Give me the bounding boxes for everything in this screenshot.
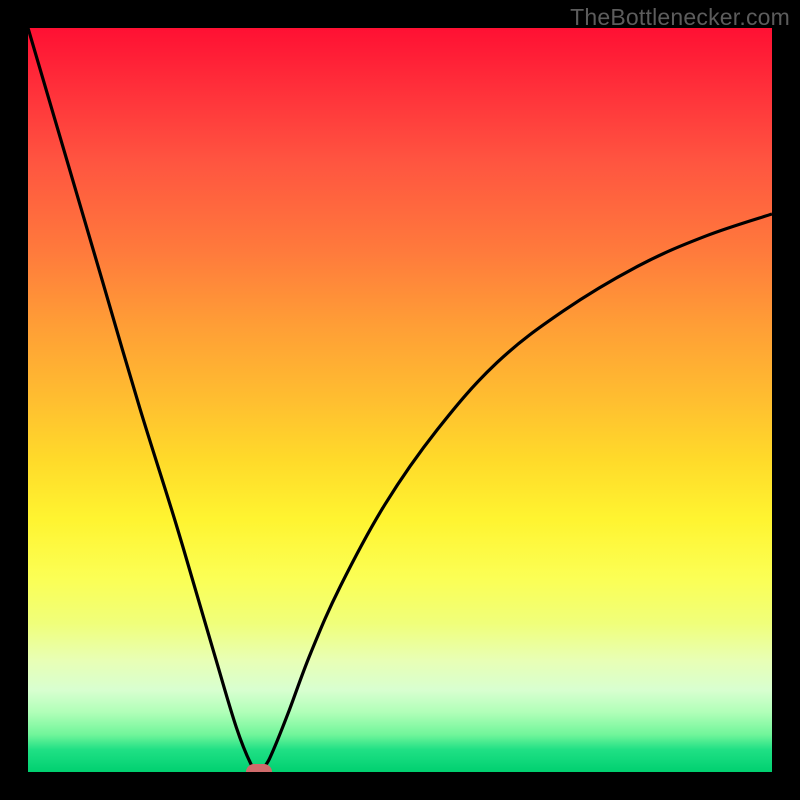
chart-frame: TheBottlenecker.com xyxy=(0,0,800,800)
bottleneck-curve xyxy=(28,28,772,772)
optimal-marker xyxy=(246,764,272,772)
plot-area xyxy=(28,28,772,772)
watermark-text: TheBottlenecker.com xyxy=(570,4,790,31)
